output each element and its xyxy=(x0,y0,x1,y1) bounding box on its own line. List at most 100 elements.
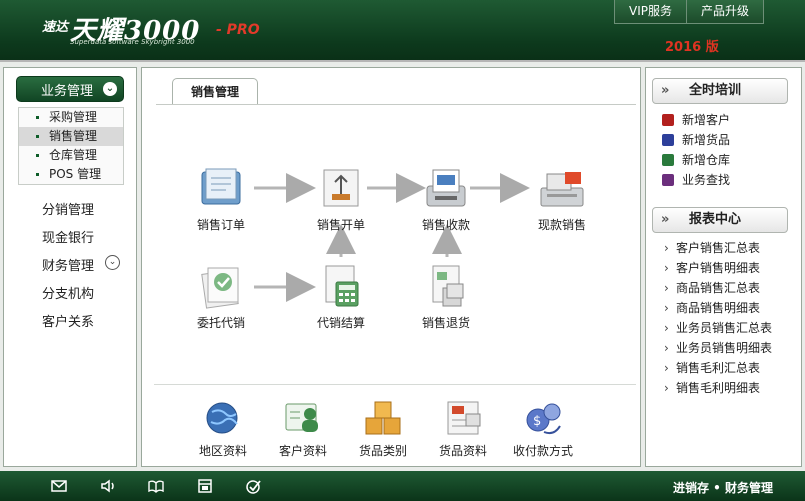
report-item[interactable]: › 商品销售汇总表 xyxy=(664,279,760,296)
training-title: 全时培训 xyxy=(689,83,742,98)
chevron-right-icon: › xyxy=(664,261,669,275)
folder-document-icon xyxy=(196,166,246,212)
report-item[interactable]: › 客户销售汇总表 xyxy=(664,239,760,256)
double-chevron-icon: » xyxy=(661,212,670,227)
double-chevron-icon: » xyxy=(661,83,670,98)
report-item[interactable]: › 客户销售明细表 xyxy=(664,259,760,276)
consignment-node[interactable]: 委托代销 xyxy=(181,264,261,331)
tool-customer-data[interactable]: 客户资料 xyxy=(270,398,336,459)
logo-pro-text: - PRO xyxy=(216,22,260,38)
report-item[interactable]: › 销售毛利明细表 xyxy=(664,379,760,396)
customer-card-icon xyxy=(282,398,324,438)
product-list-icon xyxy=(442,398,484,438)
sales-billing-node[interactable]: 销售开单 xyxy=(301,166,381,233)
usb-document-icon xyxy=(316,166,366,212)
training-item[interactable]: 新增客户 xyxy=(662,111,730,128)
product-upgrade-tab[interactable]: 产品升级 xyxy=(687,0,763,23)
tool-product-category[interactable]: 货品类别 xyxy=(350,398,416,459)
report-item[interactable]: › 销售毛利汇总表 xyxy=(664,359,760,376)
logo-small-text: 速达 xyxy=(42,20,69,35)
book-icon xyxy=(662,153,674,166)
footer-bar: 进销存 • 财务管理 xyxy=(0,471,805,501)
training-item[interactable]: 业务查找 xyxy=(662,171,730,188)
report-item[interactable]: › 业务员销售明细表 xyxy=(664,339,772,356)
report-item[interactable]: › 商品销售明细表 xyxy=(664,299,760,316)
tool-payment-method[interactable]: $ 收付款方式 xyxy=(510,398,576,459)
tool-product-data[interactable]: 货品资料 xyxy=(430,398,496,459)
report-item-label: 商品销售明细表 xyxy=(676,301,761,315)
sales-receipt-node[interactable]: 销售收款 xyxy=(406,166,486,233)
chevron-right-icon: › xyxy=(664,341,669,355)
sales-order-label: 销售订单 xyxy=(196,218,245,232)
training-item-label: 业务查找 xyxy=(682,173,731,187)
sales-billing-label: 销售开单 xyxy=(316,218,365,232)
submenu-item-warehouse[interactable]: 仓库管理 xyxy=(19,146,123,165)
mail-icon[interactable] xyxy=(50,478,68,494)
nav-item-crm[interactable]: 客户关系 xyxy=(42,311,94,330)
business-management-button[interactable]: 业务管理 ⌄ xyxy=(16,76,124,102)
training-item[interactable]: 新增仓库 xyxy=(662,151,730,168)
report-item-label: 业务员销售明细表 xyxy=(676,341,773,355)
report-item-label: 客户销售汇总表 xyxy=(676,241,761,255)
payment-icon: $ xyxy=(522,398,564,438)
training-header[interactable]: » 全时培训 xyxy=(652,78,788,104)
nav-item-distribution[interactable]: 分销管理 xyxy=(42,199,94,218)
chevron-down-icon: ⌄ xyxy=(103,82,117,96)
business-submenu: 采购管理 销售管理 仓库管理 POS 管理 xyxy=(18,107,124,185)
report-item-label: 销售毛利汇总表 xyxy=(676,361,761,375)
nav-item-cash-bank[interactable]: 现金银行 xyxy=(42,227,94,246)
chevron-right-icon: › xyxy=(664,301,669,315)
consignment-label: 委托代销 xyxy=(196,316,245,330)
report-item-label: 销售毛利明细表 xyxy=(676,381,761,395)
report-item[interactable]: › 业务员销售汇总表 xyxy=(664,319,772,336)
logo-subtitle: Superdata software Skybright 3000 xyxy=(70,38,195,46)
check-icon[interactable] xyxy=(245,478,263,494)
chevron-right-icon: › xyxy=(664,381,669,395)
nav-item-branches[interactable]: 分支机构 xyxy=(42,283,94,302)
training-item-label: 新增货品 xyxy=(682,133,731,147)
chevron-down-icon[interactable]: ⌄ xyxy=(105,255,120,270)
product-category-label: 货品类别 xyxy=(358,444,407,458)
right-panel: » 全时培训 新增客户 新增货品 新增仓库 业务查找 » 报表中心 › 客户销售汇… xyxy=(645,67,802,467)
top-tab-bar: VIP服务 产品升级 xyxy=(614,0,765,24)
app-header: 速达 天耀3000 - PRO Superdata software Skybr… xyxy=(0,0,805,62)
submenu-item-pos[interactable]: POS 管理 xyxy=(19,165,123,184)
payment-method-label: 收付款方式 xyxy=(512,444,573,458)
submenu-item-purchase[interactable]: 采购管理 xyxy=(19,108,123,127)
cash-sale-node[interactable]: 现款销售 xyxy=(522,166,602,233)
report-center-header[interactable]: » 报表中心 xyxy=(652,207,788,233)
report-item-label: 商品销售汇总表 xyxy=(676,281,761,295)
sales-order-node[interactable]: 销售订单 xyxy=(181,166,261,233)
calculator-document-icon xyxy=(316,264,366,310)
training-item[interactable]: 新增货品 xyxy=(662,131,730,148)
return-document-icon xyxy=(421,264,471,310)
region-data-label: 地区资料 xyxy=(198,444,247,458)
cash-sale-label: 现款销售 xyxy=(537,218,586,232)
group-label: 业务管理 xyxy=(41,83,94,99)
report-item-label: 业务员销售汇总表 xyxy=(676,321,773,335)
cash-register-icon xyxy=(537,166,587,212)
main-panel: 销售管理 销售订单 销售开单 销售收款 现款销售 委托代销 代销结算 销售退货 … xyxy=(141,67,641,467)
left-sidebar: 业务管理 ⌄ 采购管理 销售管理 仓库管理 POS 管理 分销管理 现金银行 财… xyxy=(3,67,137,467)
globe-icon xyxy=(202,398,244,438)
nav-item-finance[interactable]: 财务管理 xyxy=(42,255,94,274)
window-icon[interactable] xyxy=(196,478,214,494)
training-item-label: 新增客户 xyxy=(682,113,731,127)
sales-return-node[interactable]: 销售退货 xyxy=(406,264,486,331)
chevron-right-icon: › xyxy=(664,241,669,255)
footer-product-text: 进销存 • 财务管理 xyxy=(672,481,773,495)
training-item-label: 新增仓库 xyxy=(682,153,731,167)
sales-return-label: 销售退货 xyxy=(421,316,470,330)
check-document-icon xyxy=(196,264,246,310)
consignment-settle-node[interactable]: 代销结算 xyxy=(301,264,381,331)
svg-text:$: $ xyxy=(533,414,541,429)
book-icon[interactable] xyxy=(147,478,165,494)
product-data-label: 货品资料 xyxy=(438,444,487,458)
submenu-item-sales[interactable]: 销售管理 xyxy=(19,127,123,146)
vip-service-tab[interactable]: VIP服务 xyxy=(615,0,687,23)
tool-region-data[interactable]: 地区资料 xyxy=(190,398,256,459)
boxes-icon xyxy=(362,398,404,438)
report-center-title: 报表中心 xyxy=(689,212,742,227)
speaker-icon[interactable] xyxy=(99,478,117,494)
chevron-right-icon: › xyxy=(664,281,669,295)
